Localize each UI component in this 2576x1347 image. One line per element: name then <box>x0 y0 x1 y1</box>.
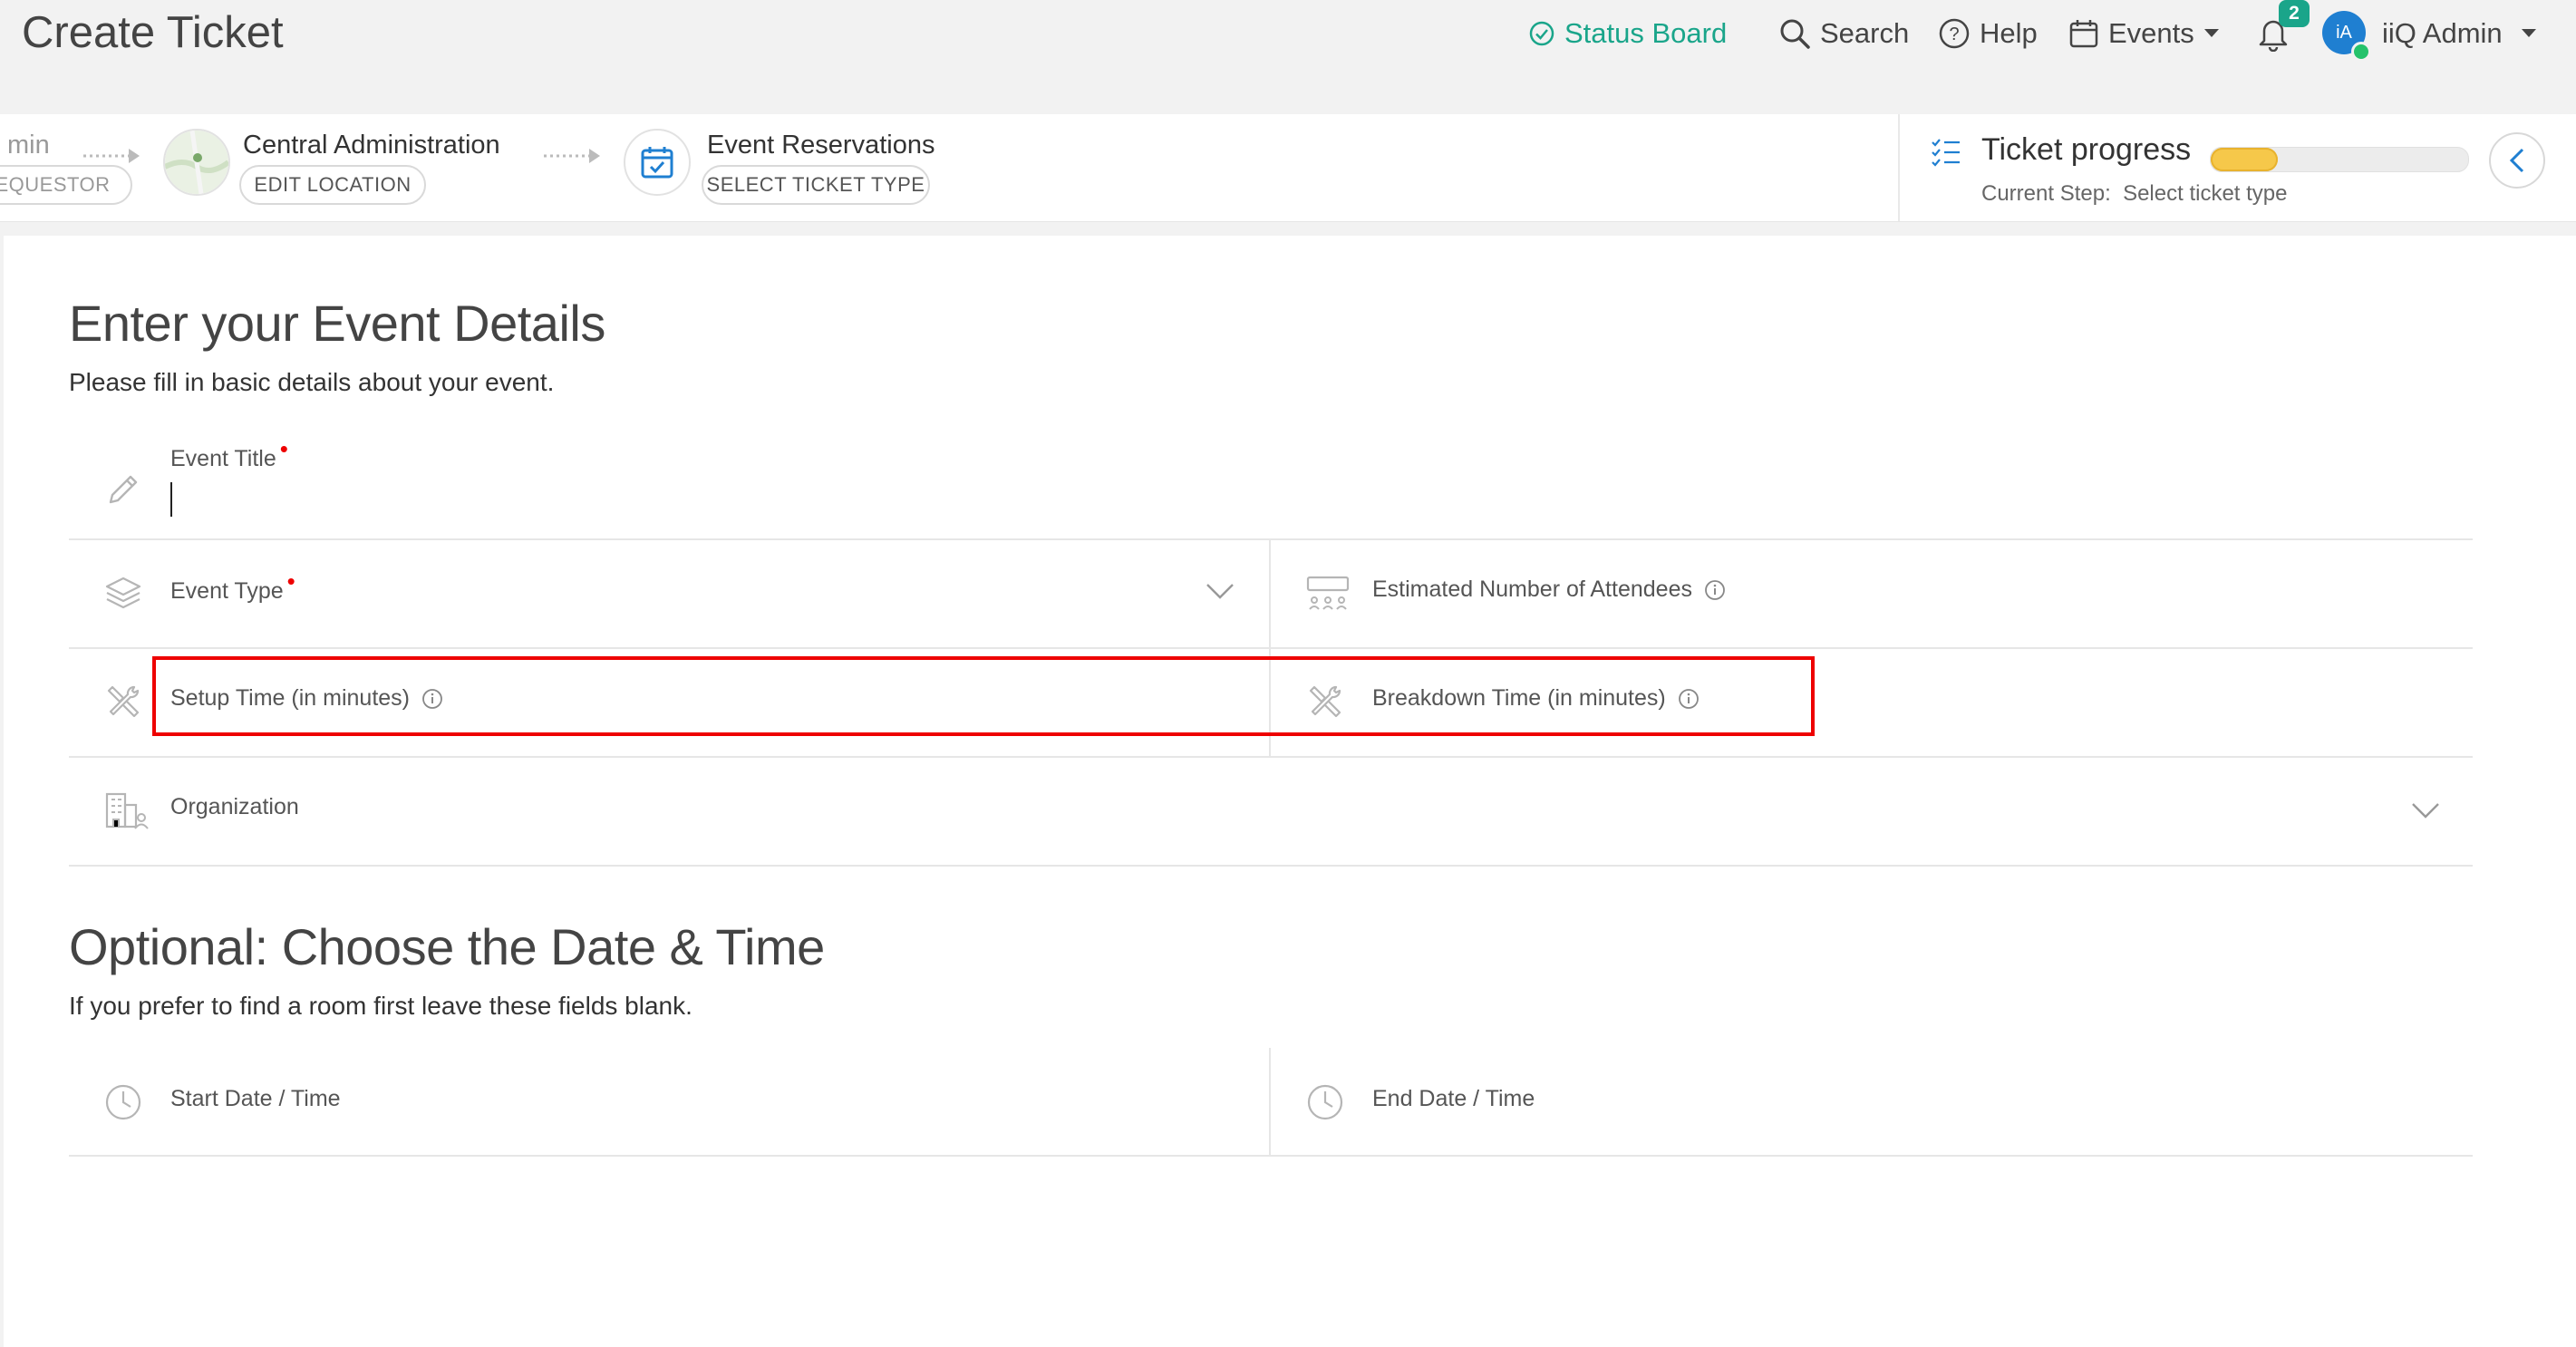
required-mark: • <box>279 435 288 462</box>
breakdown-time-label: Breakdown Time (in minutes) <box>1372 685 1700 712</box>
organization-select[interactable]: Organization <box>69 756 2473 865</box>
date-time-row: Start Date / Time End Date / Time <box>69 1048 2473 1157</box>
end-date-time-label: End Date / Time <box>1372 1086 1535 1111</box>
events-menu[interactable]: Events <box>2068 9 2220 58</box>
ticket-progress-fill <box>2211 148 2278 171</box>
step-label: Central Administration <box>243 131 500 160</box>
main-card: Enter your Event Details Please fill in … <box>4 236 2576 1347</box>
start-date-time-field[interactable]: Start Date / Time <box>69 1048 1269 1155</box>
step-label: Event Reservations <box>707 131 935 160</box>
calendar-check-icon <box>624 129 691 196</box>
status-board-label: Status Board <box>1564 17 1728 49</box>
search-label: Search <box>1820 17 1910 49</box>
page-title: Create Ticket <box>22 8 284 57</box>
layers-icon <box>103 573 143 613</box>
location-map-thumbnail <box>163 129 230 196</box>
status-board-link[interactable]: Status Board <box>1528 9 1727 58</box>
clock-icon <box>103 1082 143 1122</box>
info-icon[interactable] <box>1704 579 1726 601</box>
event-title-label-text: Event Title <box>170 446 276 471</box>
caret-down-icon <box>2203 28 2220 39</box>
events-label: Events <box>2108 17 2194 49</box>
attendees-field[interactable]: Estimated Number of Attendees <box>1271 538 2473 647</box>
event-details-subtitle: Please fill in basic details about your … <box>69 368 555 396</box>
event-type-select[interactable]: Event Type • <box>69 538 1269 647</box>
user-menu[interactable]: iiQ Admin <box>2382 9 2537 58</box>
step-arrow-icon <box>544 145 602 167</box>
caret-down-icon <box>2521 28 2537 39</box>
online-status-dot <box>2351 42 2371 62</box>
info-icon[interactable] <box>1678 688 1700 710</box>
tools-icon <box>1305 682 1345 722</box>
requestor-step-button[interactable]: EQUESTOR <box>0 165 132 205</box>
breakdown-time-label-text: Breakdown Time (in minutes) <box>1372 685 1666 711</box>
date-time-title: Optional: Choose the Date & Time <box>69 918 825 975</box>
audience-icon <box>1305 573 1351 613</box>
attendees-label: Estimated Number of Attendees <box>1372 577 1726 603</box>
user-name: iiQ Admin <box>2382 17 2503 49</box>
setup-time-field[interactable]: Setup Time (in minutes) <box>69 647 1269 756</box>
current-step-label: Current Step: <box>1981 181 2111 206</box>
step-arrow-icon <box>83 145 141 167</box>
ticket-progress-bar <box>2210 147 2469 172</box>
edit-location-button[interactable]: EDIT LOCATION <box>239 165 426 205</box>
event-type-label-text: Event Type <box>170 578 284 604</box>
setup-time-label: Setup Time (in minutes) <box>170 685 443 712</box>
event-details-title: Enter your Event Details <box>69 295 605 352</box>
collapse-panel-button[interactable] <box>2489 132 2545 189</box>
calendar-icon <box>2068 18 2099 49</box>
start-date-time-label: Start Date / Time <box>170 1086 341 1111</box>
chevron-down-icon[interactable] <box>1206 582 1235 600</box>
top-bar: Create Ticket Status Board Search ? Help… <box>0 0 2576 112</box>
search-link[interactable]: Search <box>1778 9 1909 58</box>
ticket-progress-title: Ticket progress <box>1981 132 2192 167</box>
chevron-left-icon <box>2506 147 2528 174</box>
current-step-value: Select ticket type <box>2123 181 2288 206</box>
pencil-icon <box>103 470 143 509</box>
date-time-subtitle: If you prefer to find a room first leave… <box>69 992 692 1020</box>
step-bar: min EQUESTOR Central Administration EDIT… <box>0 114 2576 222</box>
ticket-progress-panel: Ticket progress Current Step: Select tic… <box>1898 114 2576 221</box>
current-step-text: Current Step: Select ticket type <box>1981 181 2288 207</box>
notification-count-badge: 2 <box>2279 0 2310 27</box>
step-label: min <box>7 131 50 160</box>
chevron-down-icon[interactable] <box>2411 801 2440 819</box>
clock-icon <box>1305 1082 1345 1122</box>
select-ticket-type-button[interactable]: SELECT TICKET TYPE <box>702 165 930 205</box>
svg-text:?: ? <box>1949 24 1959 44</box>
organization-label: Organization <box>170 794 299 819</box>
organization-row: Organization <box>69 756 2473 867</box>
tools-icon <box>103 682 143 722</box>
required-mark: • <box>286 567 295 595</box>
event-type-row: Event Type • Estimated Number of Attendee… <box>69 538 2473 649</box>
event-title-field[interactable]: Event Title • <box>69 426 2473 538</box>
check-circle-icon <box>1528 20 1555 47</box>
breakdown-time-field[interactable]: Breakdown Time (in minutes) <box>1271 647 2473 756</box>
checklist-icon <box>1931 138 1961 167</box>
help-icon: ? <box>1938 17 1971 50</box>
steps-track: min EQUESTOR Central Administration EDIT… <box>0 114 1898 221</box>
event-title-label: Event Title • <box>170 435 288 472</box>
help-link[interactable]: ? Help <box>1938 9 2038 58</box>
attendees-label-text: Estimated Number of Attendees <box>1372 577 1692 602</box>
building-icon <box>103 790 149 830</box>
text-cursor <box>170 482 172 517</box>
setup-time-label-text: Setup Time (in minutes) <box>170 685 410 711</box>
event-type-label: Event Type • <box>170 567 295 605</box>
help-label: Help <box>1980 17 2038 49</box>
info-icon[interactable] <box>421 688 443 710</box>
search-icon <box>1778 17 1811 50</box>
event-title-row: Event Title • <box>69 426 2473 540</box>
setup-breakdown-row: Setup Time (in minutes) Breakdown Time (… <box>69 647 2473 758</box>
end-date-time-field[interactable]: End Date / Time <box>1271 1048 2473 1155</box>
